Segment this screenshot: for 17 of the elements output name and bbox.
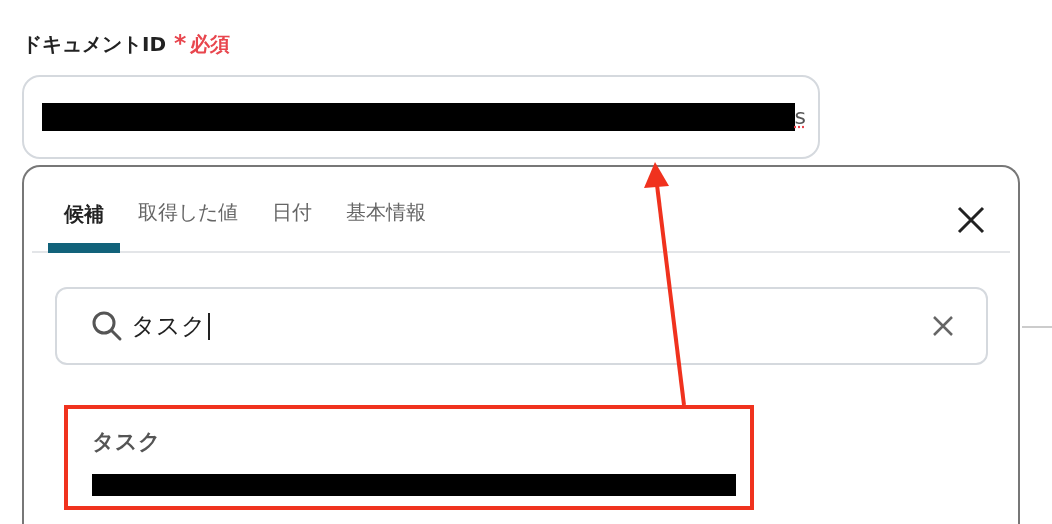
search-field[interactable]: タスク xyxy=(55,287,988,366)
tab[interactable]: 候補 xyxy=(48,199,120,254)
result-item[interactable]: タスク xyxy=(68,409,750,507)
tab[interactable]: 基本情報 xyxy=(330,197,442,252)
search-icon xyxy=(91,310,123,343)
tab[interactable]: 日付 xyxy=(256,197,328,252)
divider-line xyxy=(1022,326,1052,328)
field-value: s xyxy=(794,106,806,129)
field-label: ドキュメントID xyxy=(22,30,167,58)
close-icon[interactable] xyxy=(956,205,986,236)
required-label: 必須 xyxy=(190,30,231,58)
document-id-field[interactable]: s xyxy=(22,75,820,160)
search-value: タスク xyxy=(131,313,210,340)
result-title: タスク xyxy=(92,428,162,457)
required-mark: * xyxy=(174,28,187,59)
clear-icon[interactable] xyxy=(932,315,954,338)
tab[interactable]: 取得した値 xyxy=(122,197,254,252)
